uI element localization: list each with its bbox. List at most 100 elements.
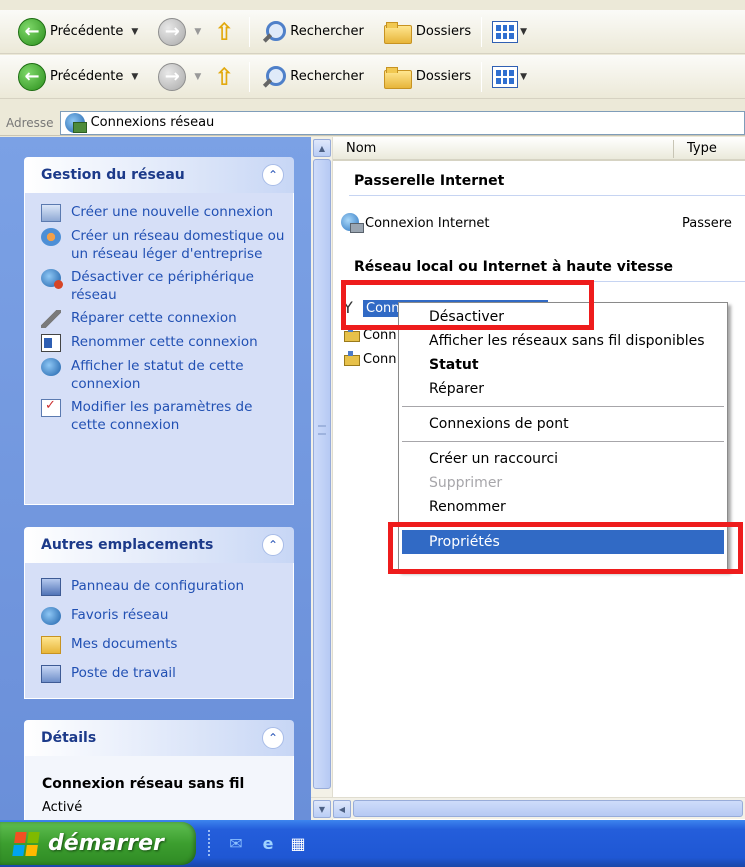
scroll-up-icon[interactable]: ▲ — [313, 139, 331, 157]
item-name: Connexion Internet — [365, 215, 490, 231]
details-header[interactable]: Détails ⌃ — [24, 720, 294, 756]
scroll-thumb[interactable] — [313, 159, 331, 789]
menu-separator — [402, 441, 724, 442]
column-header: Nom Type — [333, 137, 745, 161]
highlight-box-properties — [388, 522, 743, 574]
task-create-connection[interactable]: Créer une nouvelle connexion — [41, 203, 285, 222]
start-button[interactable]: démarrer — [0, 822, 196, 865]
menu-item-rename[interactable]: Renommer — [402, 495, 724, 519]
documents-icon — [41, 636, 61, 654]
internet-explorer-icon[interactable]: e — [258, 833, 278, 853]
other-places-header[interactable]: Autres emplacements ⌃ — [24, 527, 294, 563]
search-label: Rechercher — [290, 24, 364, 39]
up-button[interactable]: ⇧ — [205, 15, 243, 49]
internet-gateway-icon — [341, 213, 364, 233]
task-disable-device[interactable]: Désactiver ce périphérique réseau — [41, 268, 285, 304]
network-favorites-icon — [41, 607, 61, 625]
back-button[interactable]: ← Précédente ▼ — [14, 15, 142, 49]
network-connections-icon — [64, 112, 87, 133]
chevron-down-icon[interactable]: ▼ — [520, 72, 527, 82]
menu-separator — [402, 406, 724, 407]
back-arrow-icon: ← — [18, 62, 46, 91]
details-connection-name: Connexion réseau sans fil — [42, 776, 245, 792]
task-rename[interactable]: Renommer cette connexion — [41, 333, 285, 352]
chevron-down-icon[interactable]: ▼ — [194, 27, 201, 37]
task-modify-settings[interactable]: Modifier les paramètres de cette connexi… — [41, 398, 285, 434]
item-name: Conn — [363, 351, 397, 367]
forward-arrow-icon: → — [158, 62, 187, 91]
place-computer[interactable]: Poste de travail — [41, 664, 285, 683]
task-label: Afficher le statut de cette connexion — [71, 358, 244, 392]
address-input[interactable]: Connexions réseau — [59, 110, 745, 135]
task-repair[interactable]: Réparer cette connexion — [41, 309, 285, 328]
menu-item-repair[interactable]: Réparer — [402, 377, 724, 401]
network-tasks-header[interactable]: Gestion du réseau ⌃ — [24, 157, 294, 193]
search-button[interactable]: Rechercher — [256, 60, 368, 94]
grip-icon — [318, 425, 326, 435]
chevron-down-icon[interactable]: ▼ — [131, 72, 138, 82]
repair-icon — [41, 310, 61, 328]
menu-item-status[interactable]: Statut — [402, 353, 724, 377]
column-type[interactable]: Type — [687, 141, 717, 156]
collapse-icon[interactable]: ⌃ — [262, 727, 284, 749]
toolbar-separator — [481, 16, 483, 47]
outlook-express-icon[interactable]: ✉ — [226, 833, 246, 853]
highlight-box-connection — [341, 280, 594, 330]
toolbar-separator — [249, 16, 251, 47]
folders-button[interactable]: Dossiers — [368, 60, 475, 94]
task-status[interactable]: Afficher le statut de cette connexion — [41, 357, 285, 393]
place-network-favorites[interactable]: Favoris réseau — [41, 606, 285, 625]
back-button[interactable]: ← Précédente ▼ — [14, 60, 142, 94]
folder-up-icon: ⇧ — [214, 62, 235, 91]
collapse-icon[interactable]: ⌃ — [262, 534, 284, 556]
address-label: Adresse — [6, 115, 54, 130]
menu-item-shortcut[interactable]: Créer un raccourci — [402, 447, 724, 471]
place-documents[interactable]: Mes documents — [41, 635, 285, 654]
up-button[interactable]: ⇧ — [205, 60, 243, 94]
vertical-scrollbar[interactable]: ▲ ▼ — [311, 137, 333, 820]
show-desktop-icon[interactable]: ▦ — [288, 833, 308, 853]
menu-item-delete: Supprimer — [429, 475, 503, 491]
folders-label: Dossiers — [415, 24, 472, 39]
scroll-down-icon[interactable]: ▼ — [313, 800, 331, 818]
folder-up-icon: ⇧ — [214, 17, 235, 46]
panel-title: Gestion du réseau — [41, 167, 185, 183]
column-name[interactable]: Nom — [346, 141, 376, 156]
views-grid-icon — [492, 20, 519, 43]
collapse-icon[interactable]: ⌃ — [262, 164, 284, 186]
task-home-network[interactable]: Créer un réseau domestique ou un réseau … — [41, 227, 285, 263]
views-button[interactable]: ▼ — [488, 15, 531, 49]
scroll-left-icon[interactable]: ◀ — [333, 800, 351, 818]
chevron-down-icon[interactable]: ▼ — [520, 27, 527, 37]
views-grid-icon — [492, 65, 519, 88]
status-icon — [41, 358, 61, 376]
list-item-lan-connection[interactable]: Conn — [343, 351, 397, 367]
forward-button[interactable]: → ▼ — [154, 60, 205, 94]
task-label: Créer un réseau domestique ou un réseau … — [71, 228, 285, 262]
start-label: démarrer — [48, 831, 164, 856]
scroll-thumb[interactable] — [353, 800, 743, 817]
forward-arrow-icon: → — [158, 17, 187, 46]
place-label: Favoris réseau — [71, 607, 169, 623]
settings-icon — [41, 398, 61, 417]
disable-device-icon — [41, 269, 63, 289]
back-arrow-icon: ← — [18, 17, 46, 46]
list-item-internet-connection[interactable]: Connexion Internet Passere — [341, 213, 745, 233]
views-button[interactable]: ▼ — [488, 60, 531, 94]
place-control-panel[interactable]: Panneau de configuration — [41, 577, 285, 596]
menu-item-bridge[interactable]: Connexions de pont — [402, 412, 724, 436]
column-divider[interactable] — [673, 140, 674, 158]
group-title-gateway: Passerelle Internet — [354, 173, 505, 189]
address-bar: Adresse Connexions réseau — [0, 110, 745, 136]
menu-item-view-wireless[interactable]: Afficher les réseaux sans fil disponible… — [402, 329, 724, 353]
folders-button[interactable]: Dossiers — [368, 15, 475, 49]
horizontal-scrollbar[interactable]: ▼ ◀ — [311, 797, 745, 819]
chevron-down-icon[interactable]: ▼ — [194, 72, 201, 82]
toolbar-row: ← Précédente ▼ → ▼ ⇧ Rechercher Dossiers… — [0, 55, 745, 99]
chevron-down-icon[interactable]: ▼ — [131, 27, 138, 37]
new-connection-icon — [41, 204, 61, 222]
back-label: Précédente — [50, 24, 124, 39]
search-button[interactable]: Rechercher — [256, 15, 368, 49]
forward-button[interactable]: → ▼ — [154, 15, 205, 49]
taskbar: démarrer ✉ e ▦ — [0, 820, 745, 867]
